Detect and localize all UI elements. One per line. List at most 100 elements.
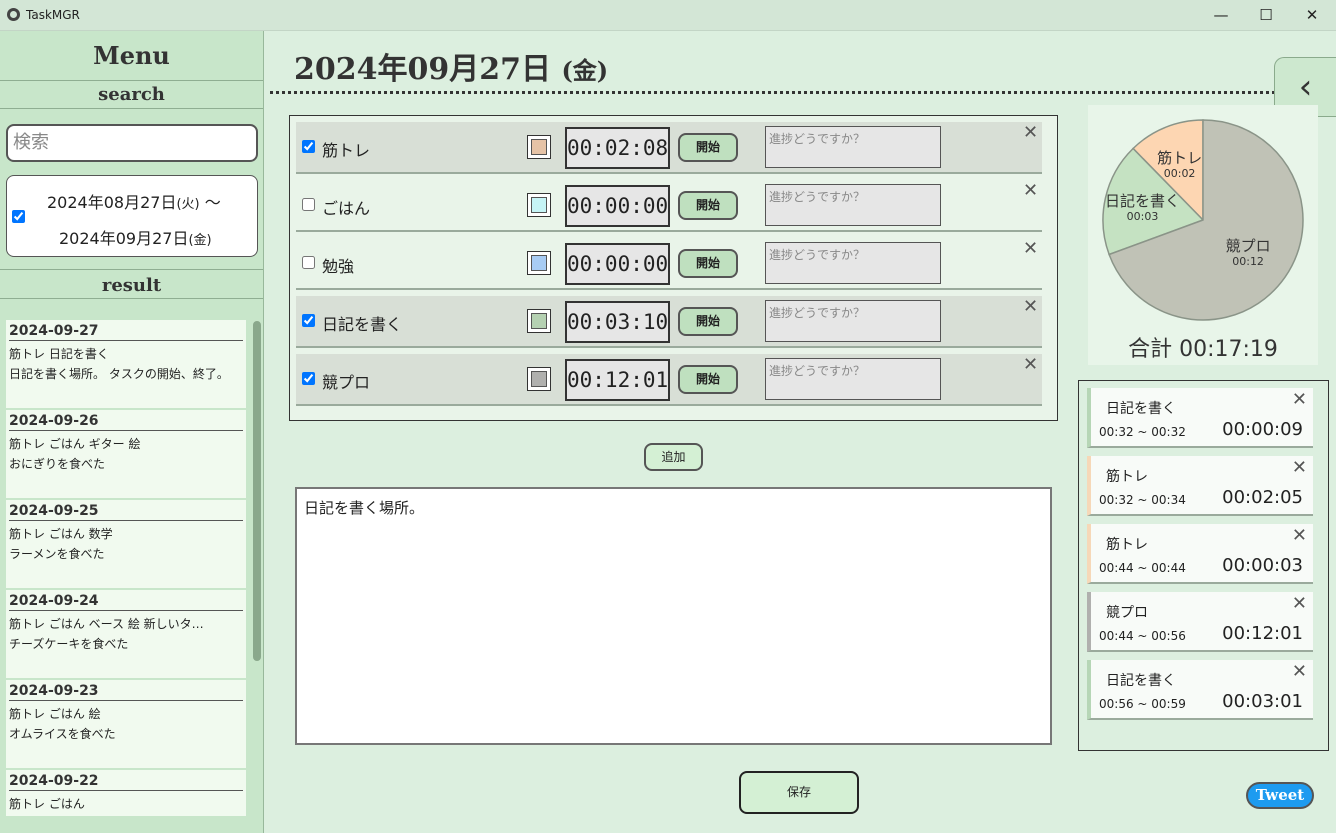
result-list: 2024-09-27 筋トレ 日記を書く 日記を書く場所。 タスクの開始、終了。 20… (6, 320, 246, 816)
log-duration: 00:00:03 (1222, 555, 1303, 576)
log-task-name: 日記を書く (1106, 673, 1176, 689)
log-time-range: 00:56 ~ 00:59 (1099, 697, 1186, 711)
task-progress-input[interactable]: 進捗どうですか？ (765, 300, 941, 342)
result-note: 日記を書く場所。 タスクの開始、終了。 (9, 367, 229, 381)
result-date: 2024-09-24 (9, 593, 243, 611)
log-entry: 競プロ 00:44 ~ 00:56 00:12:01 ✕ (1087, 592, 1313, 652)
task-timer: 00:00:00 (565, 185, 670, 227)
log-duration: 00:02:05 (1222, 487, 1303, 508)
task-start-button[interactable]: 開始 (678, 191, 738, 220)
log-time-range: 00:32 ~ 00:32 (1099, 425, 1186, 439)
result-item[interactable]: 2024-09-24 筋トレ ごはん ベース 絵 新しいタ… チーズケーキを食べた (6, 590, 246, 678)
task-name[interactable]: 筋トレ (322, 137, 370, 161)
result-item[interactable]: 2024-09-26 筋トレ ごはん ギター 絵おにぎりを食べた (6, 410, 246, 498)
task-timer: 00:12:01 (565, 359, 670, 401)
save-button[interactable]: 保存 (739, 771, 859, 814)
result-date: 2024-09-25 (9, 503, 243, 521)
result-item[interactable]: 2024-09-22 筋トレ ごはん (6, 770, 246, 816)
result-item[interactable]: 2024-09-25 筋トレ ごはん 数学 ラーメンを食べた (6, 500, 246, 588)
task-color-picker[interactable] (527, 367, 551, 391)
result-note: チーズケーキを食べた (9, 637, 129, 651)
log-task-name: 筋トレ (1106, 537, 1148, 553)
task-delete-close-icon[interactable]: ✕ (1023, 296, 1038, 317)
task-list: 筋トレ 00:02:08 開始 進捗どうですか？ ✕ ごはん 00:00:00 開始 進捗どうで… (289, 115, 1058, 421)
title-bar: TaskMGR — ☐ ✕ (0, 0, 1336, 31)
task-checkbox[interactable] (302, 198, 315, 211)
task-timer: 00:00:00 (565, 243, 670, 285)
result-tasks: 筋トレ 日記を書く (9, 347, 109, 361)
task-name[interactable]: 日記を書く (322, 311, 402, 335)
add-task-button[interactable]: 追加 (644, 443, 703, 471)
task-name[interactable]: 勉強 (322, 253, 354, 277)
result-note: ラーメンを食べた (9, 547, 105, 561)
task-delete-close-icon[interactable]: ✕ (1023, 180, 1038, 201)
diary-textarea[interactable]: 日記を書く場所。 (295, 487, 1052, 745)
task-color-swatch (531, 197, 547, 213)
task-progress-input[interactable]: 進捗どうですか？ (765, 242, 941, 284)
task-timer: 00:03:10 (565, 301, 670, 343)
search-input[interactable]: 検索 (6, 124, 258, 162)
task-progress-input[interactable]: 進捗どうですか？ (765, 184, 941, 226)
task-color-swatch (531, 313, 547, 329)
log-entry: 筋トレ 00:32 ~ 00:34 00:02:05 ✕ (1087, 456, 1313, 516)
date-to: 2024年09月27日(金) (59, 229, 212, 248)
log-time-range: 00:44 ~ 00:56 (1099, 629, 1186, 643)
log-time-range: 00:44 ~ 00:44 (1099, 561, 1186, 575)
pie-slice-label: 日記を書く 00:03 (1105, 192, 1181, 224)
task-color-picker[interactable] (527, 193, 551, 217)
task-name[interactable]: 競プロ (322, 369, 370, 393)
task-start-button[interactable]: 開始 (678, 249, 738, 278)
result-date: 2024-09-27 (9, 323, 243, 341)
task-start-button[interactable]: 開始 (678, 365, 738, 394)
log-entry: 筋トレ 00:44 ~ 00:44 00:00:03 ✕ (1087, 524, 1313, 584)
task-checkbox[interactable] (302, 372, 315, 385)
pie-slice-label: 筋トレ 00:02 (1157, 148, 1203, 180)
close-window-button[interactable]: ✕ (1289, 0, 1335, 31)
pie-slice-label: 競プロ 00:12 (1225, 237, 1271, 269)
result-title: result (0, 269, 263, 299)
log-delete-close-icon[interactable]: ✕ (1292, 661, 1307, 682)
task-delete-close-icon[interactable]: ✕ (1023, 122, 1038, 143)
result-note: オムライスを食べた (9, 727, 116, 741)
date-range-checkbox[interactable] (12, 210, 25, 223)
log-time-range: 00:32 ~ 00:34 (1099, 493, 1186, 507)
date-range-filter[interactable]: 2024年08月27日(火) ～ 2024年09月27日(金) (6, 175, 258, 257)
task-row: ごはん 00:00:00 開始 進捗どうですか？ ✕ (296, 180, 1042, 232)
task-checkbox[interactable] (302, 140, 315, 153)
task-name[interactable]: ごはん (322, 195, 370, 219)
result-scrollbar[interactable] (253, 321, 261, 661)
task-checkbox[interactable] (302, 314, 315, 327)
result-item[interactable]: 2024-09-27 筋トレ 日記を書く日記を書く場所。 タスクの開始、終了。 (6, 320, 246, 408)
task-progress-input[interactable]: 進捗どうですか？ (765, 358, 941, 400)
task-start-button[interactable]: 開始 (678, 133, 738, 162)
result-tasks: 筋トレ ごはん ギター 絵 (9, 437, 141, 451)
result-date: 2024-09-22 (9, 773, 243, 791)
log-delete-close-icon[interactable]: ✕ (1292, 389, 1307, 410)
time-log-list: 日記を書く 00:32 ~ 00:32 00:00:09 ✕ 筋トレ 00:32 ~ 00… (1078, 380, 1329, 751)
menu-title: Menu (0, 31, 263, 81)
tweet-button[interactable]: Tweet (1246, 782, 1314, 809)
task-color-picker[interactable] (527, 309, 551, 333)
task-color-picker[interactable] (527, 135, 551, 159)
task-color-swatch (531, 139, 547, 155)
task-delete-close-icon[interactable]: ✕ (1023, 238, 1038, 259)
log-delete-close-icon[interactable]: ✕ (1292, 525, 1307, 546)
log-task-name: 競プロ (1106, 605, 1148, 621)
date-from: 2024年08月27日(火) ～ (47, 193, 221, 212)
task-start-button[interactable]: 開始 (678, 307, 738, 336)
task-color-picker[interactable] (527, 251, 551, 275)
task-delete-close-icon[interactable]: ✕ (1023, 354, 1038, 375)
log-delete-close-icon[interactable]: ✕ (1292, 457, 1307, 478)
log-delete-close-icon[interactable]: ✕ (1292, 593, 1307, 614)
minimize-button[interactable]: — (1198, 0, 1244, 31)
maximize-button[interactable]: ☐ (1243, 0, 1289, 31)
header-divider (270, 91, 1275, 94)
task-color-swatch (531, 255, 547, 271)
result-tasks: 筋トレ ごはん (9, 797, 85, 811)
task-progress-input[interactable]: 進捗どうですか？ (765, 126, 941, 168)
task-checkbox[interactable] (302, 256, 315, 269)
task-row: 競プロ 00:12:01 開始 進捗どうですか？ ✕ (296, 354, 1042, 406)
log-entry: 日記を書く 00:56 ~ 00:59 00:03:01 ✕ (1087, 660, 1313, 720)
result-date: 2024-09-26 (9, 413, 243, 431)
result-item[interactable]: 2024-09-23 筋トレ ごはん 絵オムライスを食べた (6, 680, 246, 768)
